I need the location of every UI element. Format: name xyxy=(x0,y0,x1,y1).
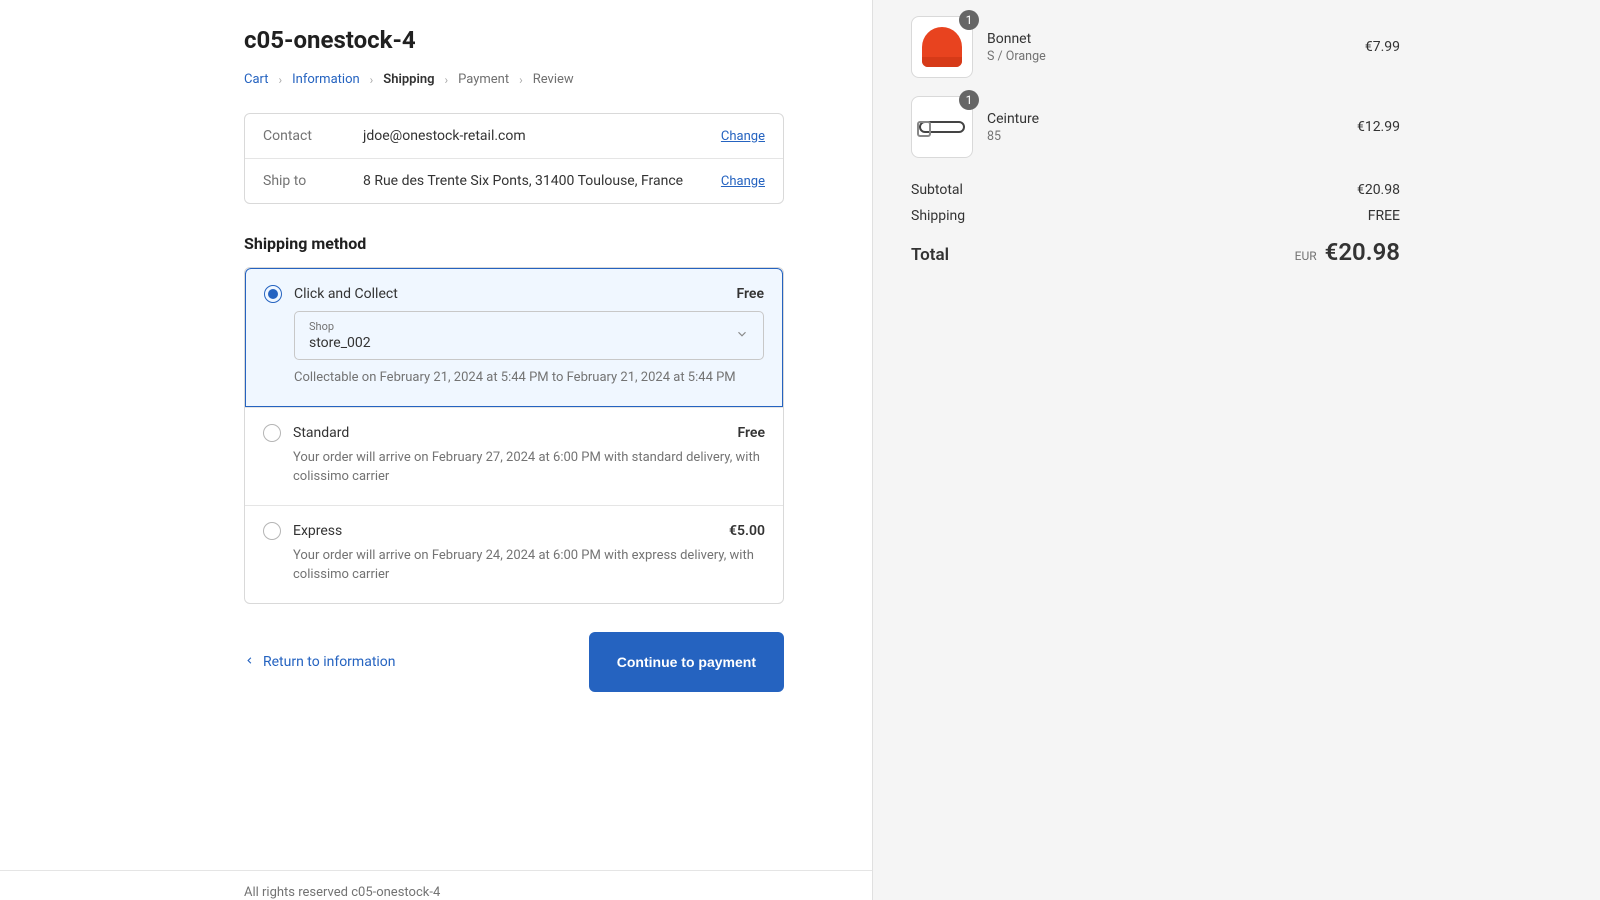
chevron-right-icon: › xyxy=(370,73,374,87)
shipping-options: Click and Collect Free Shop store_002 Co… xyxy=(244,267,784,604)
cart-item: 1 Ceinture 85 €12.99 xyxy=(911,96,1400,158)
chevron-left-icon xyxy=(244,654,255,670)
option-price: €5.00 xyxy=(729,523,765,539)
shipping-value: FREE xyxy=(1368,208,1400,224)
shipping-method-heading: Shipping method xyxy=(244,234,784,253)
subtotal-value: €20.98 xyxy=(1357,182,1400,198)
option-express[interactable]: Express €5.00 Your order will arrive on … xyxy=(245,505,783,603)
shop-select-label: Shop xyxy=(309,320,371,333)
shipping-row: Shipping FREE xyxy=(911,208,1400,224)
item-variant: 85 xyxy=(987,129,1343,144)
subtotal-label: Subtotal xyxy=(911,182,963,198)
option-standard[interactable]: Standard Free Your order will arrive on … xyxy=(245,407,783,505)
continue-button[interactable]: Continue to payment xyxy=(589,632,784,692)
option-price: Free xyxy=(737,286,765,302)
radio-standard[interactable] xyxy=(263,424,281,442)
option-click-collect[interactable]: Click and Collect Free Shop store_002 Co… xyxy=(245,268,783,407)
total-row: Total EUR €20.98 xyxy=(911,238,1400,266)
contact-row: Contact jdoe@onestock-retail.com Change xyxy=(245,114,783,158)
product-thumbnail: 1 xyxy=(911,96,973,158)
total-currency: EUR xyxy=(1295,249,1317,263)
contact-value: jdoe@onestock-retail.com xyxy=(363,128,705,144)
option-title: Click and Collect xyxy=(294,286,725,302)
total-label: Total xyxy=(911,245,949,265)
option-desc: Your order will arrive on February 24, 2… xyxy=(293,546,765,585)
change-contact-link[interactable]: Change xyxy=(721,129,765,144)
shipto-label: Ship to xyxy=(263,173,347,189)
contact-shipto-box: Contact jdoe@onestock-retail.com Change … xyxy=(244,113,784,204)
return-link[interactable]: Return to information xyxy=(244,654,396,670)
option-title: Standard xyxy=(293,425,726,441)
item-name: Bonnet xyxy=(987,31,1351,47)
return-link-label: Return to information xyxy=(263,654,396,670)
item-price: €7.99 xyxy=(1365,39,1400,55)
breadcrumb-information[interactable]: Information xyxy=(292,72,360,87)
product-thumbnail: 1 xyxy=(911,16,973,78)
beanie-icon xyxy=(922,27,962,67)
shipping-label: Shipping xyxy=(911,208,965,224)
chevron-right-icon: › xyxy=(445,73,449,87)
cart-item: 1 Bonnet S / Orange €7.99 xyxy=(911,16,1400,78)
subtotal-row: Subtotal €20.98 xyxy=(911,182,1400,198)
breadcrumb-payment: Payment xyxy=(458,72,509,87)
footer: All rights reserved c05-onestock-4 xyxy=(0,870,872,900)
breadcrumb-review: Review xyxy=(533,72,574,87)
page-title: c05-onestock-4 xyxy=(244,26,784,54)
breadcrumb-shipping: Shipping xyxy=(383,72,434,87)
option-title: Express xyxy=(293,523,717,539)
total-amount: €20.98 xyxy=(1325,238,1400,266)
contact-label: Contact xyxy=(263,128,347,144)
breadcrumb: Cart › Information › Shipping › Payment … xyxy=(244,72,784,87)
chevron-right-icon: › xyxy=(519,73,523,87)
order-summary: 1 Bonnet S / Orange €7.99 1 Ceinture 85 … xyxy=(872,0,1600,900)
shop-select[interactable]: Shop store_002 xyxy=(294,311,764,360)
footer-text: All rights reserved c05-onestock-4 xyxy=(244,885,440,900)
option-desc: Your order will arrive on February 27, 2… xyxy=(293,448,765,487)
shop-select-value: store_002 xyxy=(309,335,371,351)
item-price: €12.99 xyxy=(1357,119,1400,135)
chevron-right-icon: › xyxy=(279,73,283,87)
change-shipto-link[interactable]: Change xyxy=(721,174,765,189)
belt-icon xyxy=(919,121,965,133)
option-desc: Collectable on February 21, 2024 at 5:44… xyxy=(294,368,764,388)
item-variant: S / Orange xyxy=(987,49,1351,64)
shipto-row: Ship to 8 Rue des Trente Six Ponts, 3140… xyxy=(245,158,783,203)
option-price: Free xyxy=(738,425,766,441)
qty-badge: 1 xyxy=(959,90,979,110)
radio-click-collect[interactable] xyxy=(264,285,282,303)
radio-express[interactable] xyxy=(263,522,281,540)
chevron-down-icon xyxy=(735,327,749,345)
shipto-value: 8 Rue des Trente Six Ponts, 31400 Toulou… xyxy=(363,173,705,189)
qty-badge: 1 xyxy=(959,10,979,30)
item-name: Ceinture xyxy=(987,111,1343,127)
breadcrumb-cart[interactable]: Cart xyxy=(244,72,269,87)
